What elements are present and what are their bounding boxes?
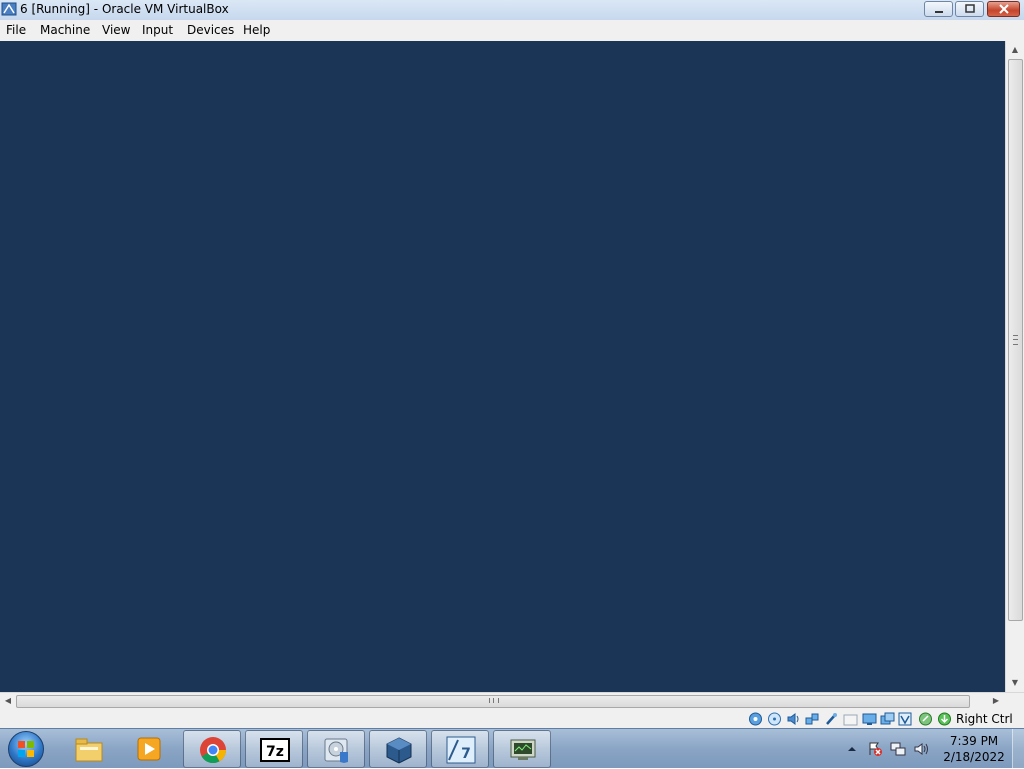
menu-input[interactable]: Input [142,23,173,37]
7zip-label: 7z [266,744,284,760]
windows7-64-vm-icon: 7 [446,736,476,764]
usb-icon[interactable] [824,712,839,726]
show-desktop-button[interactable] [1012,729,1024,769]
status-bar: Right Ctrl [0,709,1024,728]
vm-display[interactable] [0,41,1005,692]
system-clock[interactable]: 7:39 PM 2/18/2022 [938,733,1010,765]
display-icon[interactable] [862,712,877,726]
hard-disk-icon[interactable] [748,712,763,726]
clock-time: 7:39 PM [949,734,999,748]
shared-folders-icon[interactable] [843,712,858,726]
title-bar[interactable]: 6 [Running] - Oracle VM VirtualBox [0,0,1024,21]
menu-bar: File Machine View Input Devices Help [0,20,1024,41]
vm-os-label: 7 [461,746,471,762]
minimize-icon [934,11,943,13]
volume-icon[interactable] [913,741,929,757]
horizontal-scroll-thumb[interactable] [16,695,970,708]
audio-icon[interactable] [786,712,801,726]
windows-logo-icon [18,741,34,757]
optical-drive-icon[interactable] [767,712,782,726]
minimize-button[interactable] [924,1,953,17]
horizontal-scrollbar[interactable]: ◀ ▶ [0,692,1024,709]
action-center-icon[interactable] [867,741,883,757]
7zip-icon: 7z [260,738,290,762]
vertical-scrollbar[interactable]: ▲ ▼ [1005,41,1024,692]
disk-setup-icon [324,738,348,763]
chrome-icon [200,737,227,764]
menu-file[interactable]: File [6,23,26,37]
taskbar-media-player[interactable] [120,730,178,768]
video-capture-icon[interactable] [880,712,895,726]
keyboard-capture-icon[interactable] [937,712,952,726]
show-hidden-icons-icon[interactable] [844,741,860,757]
scroll-up-arrow-icon[interactable]: ▲ [1006,41,1024,58]
taskbar-explorer[interactable] [60,730,118,768]
mouse-integration-icon[interactable] [918,712,933,726]
vertical-scroll-thumb[interactable] [1008,59,1023,621]
taskbar-network-monitor[interactable] [493,730,551,768]
start-button[interactable] [8,731,44,767]
taskbar: 7z 7 7:39 PM 2/18/2022 [0,728,1024,769]
window-title: 6 [Running] - Oracle VM VirtualBox [20,2,229,16]
scroll-left-arrow-icon[interactable]: ◀ [0,693,16,709]
menu-help[interactable]: Help [243,23,270,37]
host-key-label: Right Ctrl [956,712,1013,726]
scroll-right-arrow-icon[interactable]: ▶ [988,693,1004,709]
clock-date: 2/18/2022 [943,750,1005,764]
close-icon [998,4,1009,14]
network-monitor-icon [510,739,536,760]
windows-explorer-icon [75,738,103,762]
virtualbox-icon [386,737,412,764]
menu-devices[interactable]: Devices [187,23,234,37]
taskbar-7zip[interactable]: 7z [245,730,303,768]
menu-machine[interactable]: Machine [40,23,90,37]
menu-view[interactable]: View [102,23,130,37]
media-player-icon [137,737,161,761]
restore-icon [964,4,975,13]
virtualbox-icon [1,2,17,16]
network-icon[interactable] [805,712,820,726]
taskbar-virtualbox[interactable] [369,730,427,768]
maximize-button[interactable] [955,1,984,17]
network-tray-icon[interactable] [890,741,906,757]
taskbar-disk-setup[interactable] [307,730,365,768]
close-button[interactable] [987,1,1020,17]
taskbar-vm-windows7[interactable]: 7 [431,730,489,768]
scroll-down-arrow-icon[interactable]: ▼ [1006,674,1024,691]
taskbar-chrome[interactable] [183,730,241,768]
virtualization-icon[interactable] [898,712,913,726]
